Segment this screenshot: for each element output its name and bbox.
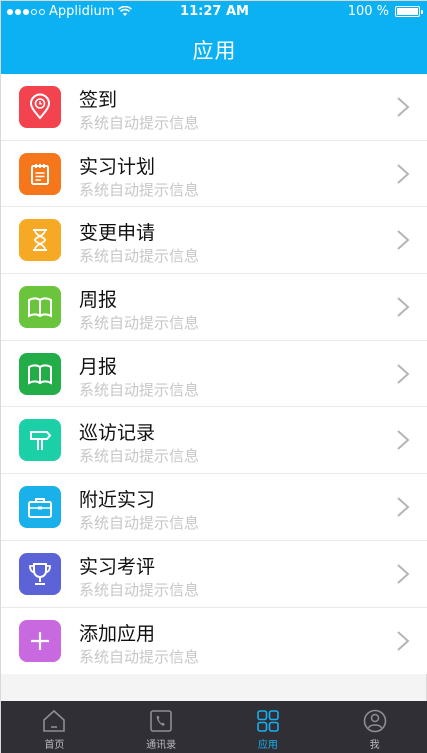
icon-tile xyxy=(19,86,61,128)
list-item-subtitle: 系统自动提示信息 xyxy=(79,114,200,132)
chevron-right-icon xyxy=(397,230,410,251)
list-item-title: 实习考评 xyxy=(79,555,156,578)
icon-tile xyxy=(19,219,61,262)
chevron-right-icon xyxy=(397,630,410,651)
list-item-sign-in[interactable]: 签到 系统自动提示信息 xyxy=(1,74,427,141)
icon-tile xyxy=(19,152,61,195)
notepad-icon xyxy=(31,163,49,185)
hourglass-icon xyxy=(33,229,47,252)
list-item-internship-plan[interactable]: 实习计划 系统自动提示信息 xyxy=(1,141,427,208)
list-item-subtitle: 系统自动提示信息 xyxy=(79,580,200,599)
list-item-title: 附近实习 xyxy=(79,489,156,512)
phone-book-icon xyxy=(150,710,172,732)
app-frame: Applidium 11:27 AM 100 % 应用 签到 系统自动提示信息 … xyxy=(0,0,427,753)
chevron-right-icon xyxy=(397,564,410,584)
battery-percent: 100 % xyxy=(347,4,389,19)
list-item-subtitle: 系统自动提示信息 xyxy=(79,314,200,333)
icon-tile xyxy=(19,486,61,529)
icon-tile xyxy=(19,352,61,395)
app-list: 签到 系统自动提示信息 实习计划 系统自动提示信息 变更申请 系统自动提示信息 … xyxy=(1,74,427,675)
trophy-icon xyxy=(29,562,51,585)
chevron-right-icon xyxy=(397,364,410,384)
list-item-add-app[interactable]: 添加应用 系统自动提示信息 xyxy=(1,608,427,675)
user-icon xyxy=(363,709,386,733)
page-title: 应用 xyxy=(192,39,237,63)
tab-label: 应用 xyxy=(257,740,278,751)
icon-tile xyxy=(19,419,61,462)
icon-tile xyxy=(19,552,61,595)
tab-me[interactable]: 我 xyxy=(321,701,427,753)
list-item-visit-records[interactable]: 巡访记录 系统自动提示信息 xyxy=(1,407,427,475)
signpost-icon xyxy=(30,431,52,451)
chevron-right-icon xyxy=(397,430,410,451)
list-item-subtitle: 系统自动提示信息 xyxy=(79,247,200,266)
list-item-title: 添加应用 xyxy=(79,622,156,645)
status-right: 100 % xyxy=(347,4,423,19)
tab-label: 通讯录 xyxy=(146,740,177,751)
header-bar: Applidium 11:27 AM 100 % 应用 xyxy=(1,1,427,74)
chevron-right-icon xyxy=(397,163,410,184)
list-item-subtitle: 系统自动提示信息 xyxy=(79,514,200,533)
icon-tile xyxy=(19,619,61,662)
tab-contacts[interactable]: 通讯录 xyxy=(108,701,215,753)
list-item-change-request[interactable]: 变更申请 系统自动提示信息 xyxy=(1,207,427,275)
icon-tile xyxy=(19,286,61,329)
list-item-title: 月报 xyxy=(79,355,118,378)
list-item-internship-evaluation[interactable]: 实习考评 系统自动提示信息 xyxy=(1,541,427,608)
list-item-title: 变更申请 xyxy=(79,222,156,245)
battery-icon xyxy=(395,6,423,17)
book-icon xyxy=(28,297,52,318)
tab-label: 我 xyxy=(369,740,380,751)
tab-home[interactable]: 首页 xyxy=(1,701,108,753)
location-pin-icon xyxy=(29,93,51,120)
home-icon xyxy=(43,709,66,732)
plus-icon xyxy=(31,631,49,650)
apps-grid-icon xyxy=(257,710,279,732)
list-item-weekly-report[interactable]: 周报 系统自动提示信息 xyxy=(1,274,427,341)
tab-apps[interactable]: 应用 xyxy=(215,701,322,753)
list-item-title: 周报 xyxy=(79,289,118,312)
chevron-right-icon xyxy=(397,497,410,517)
list-item-monthly-report[interactable]: 月报 系统自动提示信息 xyxy=(1,341,427,408)
list-item-title: 签到 xyxy=(79,89,118,111)
list-item-subtitle: 系统自动提示信息 xyxy=(79,647,200,666)
list-item-title: 巡访记录 xyxy=(79,422,156,445)
list-item-nearby-internships[interactable]: 附近实习 系统自动提示信息 xyxy=(1,474,427,541)
tab-bar: 首页 通讯录 应用 我 xyxy=(1,701,427,753)
list-item-subtitle: 系统自动提示信息 xyxy=(79,380,200,399)
list-item-subtitle: 系统自动提示信息 xyxy=(79,180,200,199)
tab-label: 首页 xyxy=(44,740,65,751)
status-bar: Applidium 11:27 AM 100 % xyxy=(1,1,427,23)
list-item-subtitle: 系统自动提示信息 xyxy=(79,447,200,466)
chevron-right-icon xyxy=(397,97,410,117)
briefcase-icon xyxy=(28,498,52,519)
list-item-title: 实习计划 xyxy=(79,155,156,178)
book-icon xyxy=(28,364,52,385)
chevron-right-icon xyxy=(397,297,410,317)
